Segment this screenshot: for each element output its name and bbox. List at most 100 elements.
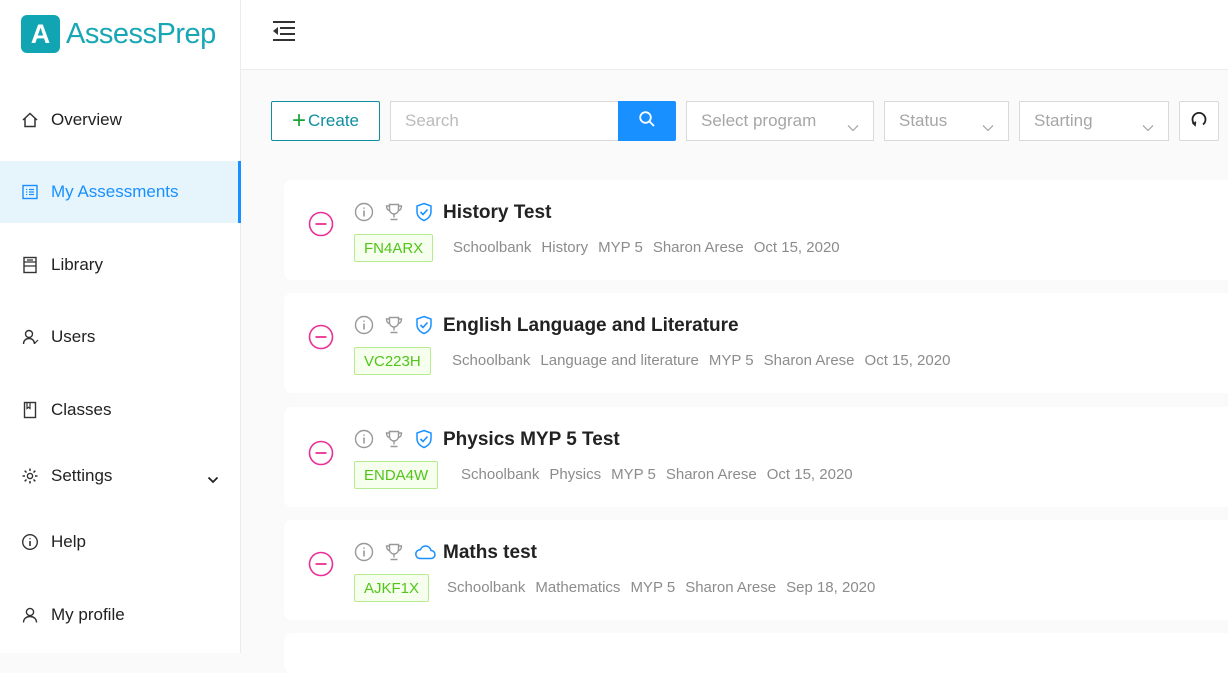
shield-check-icon	[414, 315, 434, 340]
info-icon[interactable]	[354, 315, 374, 340]
create-button-label: Create	[307, 111, 360, 130]
search-input[interactable]: Search	[390, 101, 619, 141]
assessment-subject: Language and literature	[540, 352, 699, 369]
bookmark-icon	[21, 401, 39, 419]
status-select-placeholder: Status	[899, 111, 948, 130]
trophy-icon[interactable]	[384, 542, 404, 567]
sidebar-item-help[interactable]: Help	[0, 511, 241, 573]
assessment-meta: Schoolbank Physics MYP 5 Sharon Arese Oct 15…	[461, 466, 853, 483]
chevron-down-icon	[982, 117, 994, 137]
user-icon	[21, 328, 39, 346]
assessment-bank: Schoolbank	[452, 352, 531, 369]
sidebar-item-my-assessments[interactable]: My Assessments	[0, 161, 241, 223]
assessment-date: Oct 15, 2020	[753, 239, 840, 256]
sidebar-item-classes[interactable]: Classes	[0, 379, 241, 441]
program-select-placeholder: Select program	[701, 111, 817, 130]
sidebar-item-label: Library	[51, 255, 103, 274]
assessment-author: Sharon Arese	[652, 239, 744, 256]
assessment-subject: History	[541, 239, 589, 256]
logo-mark: A	[21, 15, 60, 53]
assessment-author: Sharon Arese	[685, 579, 777, 596]
starting-select[interactable]: Starting	[1019, 101, 1169, 141]
gear-icon	[21, 467, 39, 485]
assessment-card[interactable]: English Language and Literature VC223H Sch…	[284, 293, 1228, 393]
assessment-date: Oct 15, 2020	[864, 352, 951, 369]
assessment-grade: MYP 5	[708, 352, 754, 369]
assessment-grade: MYP 5	[630, 579, 676, 596]
remove-icon[interactable]	[308, 440, 334, 466]
assessment-date: Sep 18, 2020	[786, 579, 876, 596]
assessment-meta: Schoolbank Language and literature MYP 5 Sh…	[452, 352, 950, 369]
logo-text: AssessPrep	[66, 17, 216, 50]
sidebar-item-label: My profile	[51, 605, 125, 624]
sidebar-item-library[interactable]: Library	[0, 234, 241, 296]
search-icon	[638, 110, 656, 133]
info-icon	[21, 533, 39, 551]
assessment-card[interactable]: History Test FN4ARX Schoolbank History MYP 5…	[284, 180, 1228, 280]
sidebar: A AssessPrep Overview My Assessments Lib…	[0, 0, 241, 653]
plus-icon: +	[291, 107, 306, 134]
assessment-bank: Schoolbank	[453, 239, 532, 256]
status-select[interactable]: Status	[884, 101, 1009, 141]
info-icon[interactable]	[354, 429, 374, 454]
cloud-icon	[414, 543, 436, 566]
search-placeholder: Search	[405, 111, 459, 130]
info-icon[interactable]	[354, 542, 374, 567]
assessment-code-tag: FN4ARX	[354, 234, 434, 262]
info-icon[interactable]	[354, 202, 374, 227]
assessment-card[interactable]	[284, 633, 1228, 673]
assessment-grade: MYP 5	[598, 239, 643, 256]
profile-icon	[21, 606, 39, 624]
search-button[interactable]	[618, 101, 676, 141]
app-logo[interactable]: A AssessPrep	[21, 15, 216, 53]
assessment-card[interactable]: Maths test AJKF1X Schoolbank Mathematics MYP…	[284, 520, 1228, 620]
sidebar-item-label: Classes	[51, 400, 112, 419]
trophy-icon[interactable]	[384, 202, 404, 227]
assessment-meta: Schoolbank Mathematics MYP 5 Sharon Arese Se…	[447, 579, 875, 596]
remove-icon[interactable]	[308, 211, 334, 237]
assessment-date: Oct 15, 2020	[766, 466, 853, 483]
sidebar-item-label: My Assessments	[51, 182, 179, 201]
list-icon	[21, 183, 39, 201]
menu-fold-icon[interactable]	[271, 20, 297, 42]
program-select[interactable]: Select program	[686, 101, 874, 141]
shield-check-icon	[414, 202, 434, 227]
starting-select-placeholder: Starting	[1034, 111, 1093, 130]
chevron-down-icon	[847, 117, 859, 137]
home-icon	[21, 111, 39, 129]
assessment-card[interactable]: Physics MYP 5 Test ENDA4W Schoolbank Physic…	[284, 407, 1228, 507]
assessment-code-tag: AJKF1X	[354, 574, 430, 602]
assessment-author: Sharon Arese	[665, 466, 757, 483]
sidebar-item-users[interactable]: Users	[0, 306, 241, 368]
sidebar-item-overview[interactable]: Overview	[0, 89, 241, 151]
top-bar	[241, 0, 1228, 70]
sidebar-item-settings[interactable]: Settings	[0, 445, 241, 507]
remove-icon[interactable]	[308, 551, 334, 577]
assessment-title[interactable]: History Test	[443, 202, 551, 224]
sidebar-item-label: Overview	[51, 110, 122, 129]
assessment-title[interactable]: Maths test	[443, 542, 537, 564]
sidebar-item-label: Settings	[51, 466, 113, 485]
refresh-icon	[1189, 109, 1209, 134]
assessment-code-tag: VC223H	[354, 347, 431, 375]
assessment-title[interactable]: Physics MYP 5 Test	[443, 429, 620, 451]
assessment-title[interactable]: English Language and Literature	[443, 315, 739, 337]
sidebar-item-my-profile[interactable]: My profile	[0, 584, 241, 646]
assessment-bank: Schoolbank	[447, 579, 526, 596]
sidebar-item-label: Help	[51, 532, 86, 551]
chevron-down-icon	[1142, 117, 1154, 137]
assessment-code-tag: ENDA4W	[354, 461, 439, 489]
refresh-button[interactable]	[1179, 101, 1219, 141]
shield-check-icon	[414, 429, 434, 454]
trophy-icon[interactable]	[384, 315, 404, 340]
trophy-icon[interactable]	[384, 429, 404, 454]
assessment-bank: Schoolbank	[461, 466, 540, 483]
assessment-subject: Physics	[549, 466, 602, 483]
sidebar-item-label: Users	[51, 327, 96, 346]
assessment-author: Sharon Arese	[763, 352, 855, 369]
remove-icon[interactable]	[308, 324, 334, 350]
create-button[interactable]: + Create	[271, 101, 380, 141]
book-icon	[21, 256, 39, 274]
assessment-meta: Schoolbank History MYP 5 Sharon Arese Oct 15…	[453, 239, 840, 256]
chevron-down-icon[interactable]	[207, 469, 219, 489]
